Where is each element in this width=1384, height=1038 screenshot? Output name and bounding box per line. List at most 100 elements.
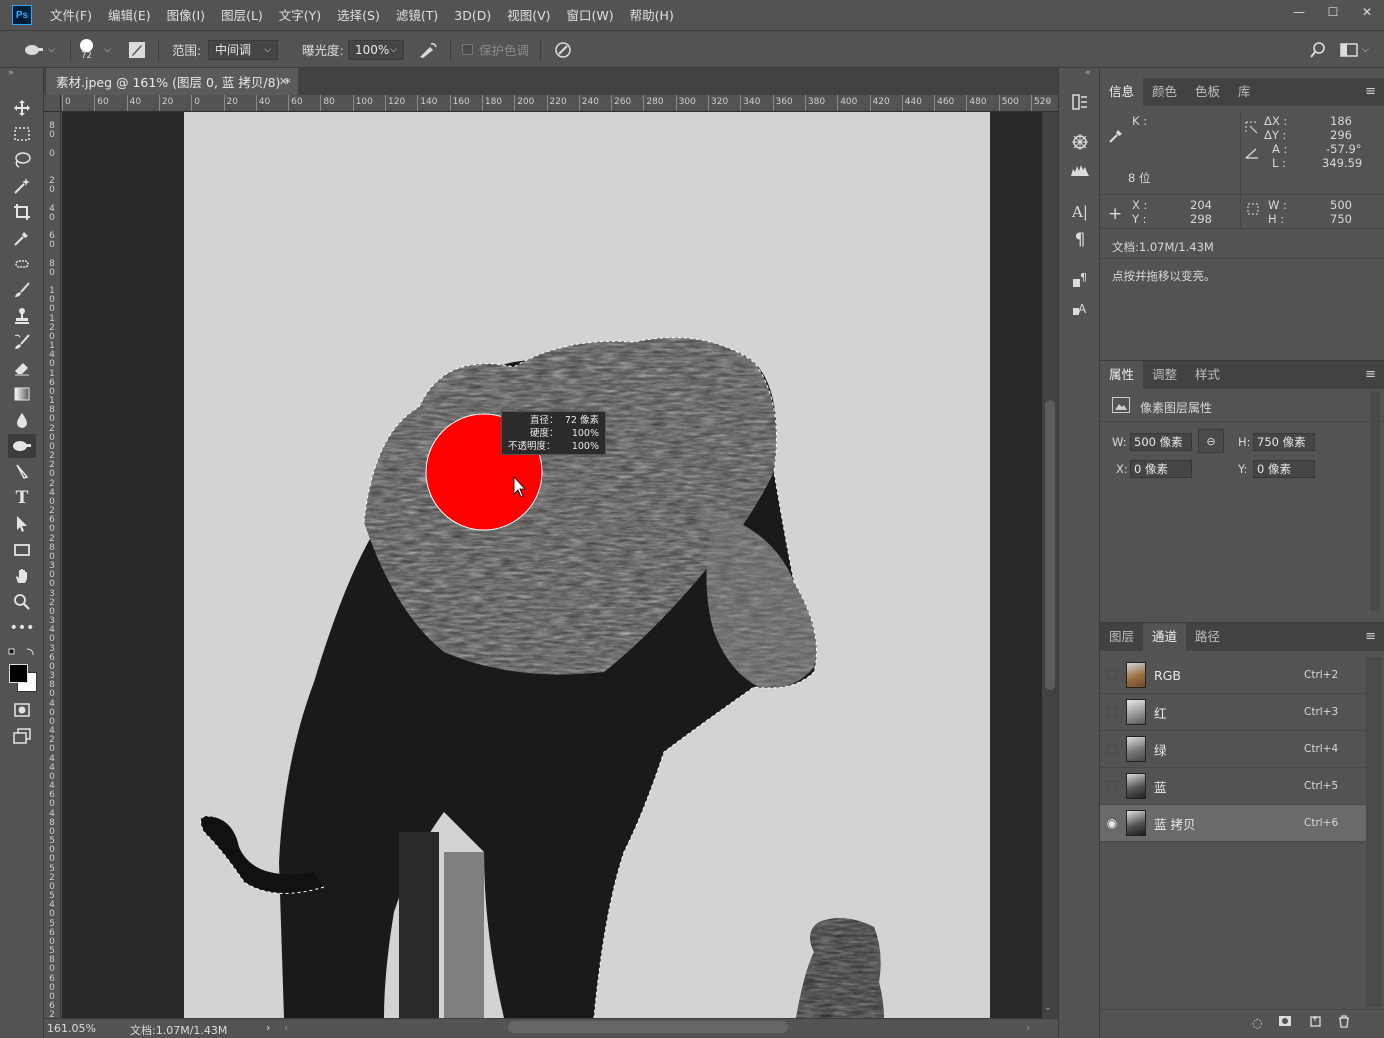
brush-picker[interactable]: 72 [80,31,93,68]
height-field[interactable]: 750 像素 [1253,433,1315,451]
scroll-up-icon[interactable]: ⌃ [1044,100,1052,110]
menu-filter[interactable]: 滤镜(T) [388,0,446,31]
properties-scrollbar[interactable] [1370,391,1380,611]
airbrush-toggle[interactable] [418,31,438,68]
chevron-down-icon[interactable]: ⌵ [104,31,111,68]
menu-select[interactable]: 选择(S) [329,0,388,31]
new-channel-button[interactable] [1310,1015,1322,1030]
tool-preset-picker[interactable]: ⌵ [24,31,55,68]
histogram-panel-button[interactable] [1067,158,1093,182]
document-image[interactable] [184,112,990,1018]
tab-color[interactable]: 颜色 [1143,78,1186,106]
channels-scrollbar[interactable] [1366,657,1382,1007]
close-window-button[interactable]: ✕ [1350,0,1384,24]
eraser-tool[interactable] [8,356,36,380]
lasso-tool[interactable] [8,148,36,172]
protect-tones-checkbox[interactable]: 保护色调 [462,31,529,68]
visibility-toggle[interactable] [1100,670,1124,680]
type-tool[interactable]: T [8,486,36,510]
panel-menu-icon[interactable]: ≡ [1365,367,1376,382]
visibility-toggle[interactable] [1100,781,1124,791]
paragraph-styles-button[interactable]: ¶ [1067,268,1093,292]
panel-menu-icon[interactable]: ≡ [1365,84,1376,99]
menu-view[interactable]: 视图(V) [499,0,558,31]
menu-image[interactable]: 图像(I) [159,0,213,31]
collapse-icon[interactable]: « [1085,68,1091,78]
menu-help[interactable]: 帮助(H) [622,0,682,31]
collapse-icon[interactable]: » [8,68,14,78]
ruler-origin[interactable] [44,95,61,112]
close-tab-icon[interactable]: ✕ [279,75,288,88]
history-brush-tool[interactable] [8,330,36,354]
paragraph-panel-button[interactable]: ¶ [1067,228,1093,252]
y-position-field[interactable]: 0 像素 [1253,460,1315,478]
channel-row-rgb[interactable]: RGB Ctrl+2 [1100,657,1366,694]
panel-menu-icon[interactable]: ≡ [1365,629,1376,644]
horizontal-ruler[interactable]: 0 60 40 20 0 20 40 60 80 100 120 140 160 180 200 220 240… [44,95,1058,112]
brush-settings-button[interactable] [128,31,146,68]
tab-layers[interactable]: 图层 [1100,623,1143,651]
blur-tool[interactable] [8,408,36,432]
tab-channels[interactable]: 通道 [1143,623,1187,651]
eye-icon[interactable]: ◉ [1100,816,1124,830]
more-tools-button[interactable]: ••• [8,616,36,640]
visibility-toggle[interactable] [1100,744,1124,754]
scroll-left-icon[interactable]: ‹ [284,1021,288,1034]
screen-mode-button[interactable] [8,724,36,748]
pressure-toggle[interactable] [554,31,572,68]
path-selection-tool[interactable] [8,512,36,536]
magic-wand-tool[interactable] [8,174,36,198]
exposure-input[interactable]: 100% ⌵ [348,31,404,68]
tab-styles[interactable]: 样式 [1186,361,1229,389]
load-selection-icon[interactable]: ◌ [1252,1016,1262,1030]
channel-row-blue-copy[interactable]: ◉ 蓝 拷贝 Ctrl+6 [1100,805,1366,842]
tab-properties[interactable]: 属性 [1100,361,1144,389]
pen-tool[interactable] [8,460,36,484]
maximize-button[interactable]: ☐ [1316,0,1350,24]
history-panel-button[interactable] [1067,90,1093,114]
eyedropper-tool[interactable] [8,226,36,250]
range-select[interactable]: 中间调 ⌵ [208,31,278,68]
scroll-right-icon[interactable]: › [1026,1021,1030,1034]
brush-tool[interactable] [8,278,36,302]
rectangle-tool[interactable] [8,538,36,562]
character-panel-button[interactable]: A| [1067,200,1093,224]
width-field[interactable]: 500 像素 [1130,433,1192,451]
character-styles-button[interactable]: A [1067,296,1093,320]
move-tool[interactable] [8,96,36,120]
document-tab[interactable]: 素材.jpeg @ 161% (图层 0, 蓝 拷贝/8) * ✕ [46,68,298,95]
healing-brush-tool[interactable] [8,252,36,276]
tab-info[interactable]: 信息 [1100,78,1144,106]
save-selection-button[interactable] [1278,1015,1292,1030]
zoom-level[interactable]: 161.05% [47,1022,96,1035]
delete-channel-button[interactable] [1338,1015,1350,1031]
clone-stamp-tool[interactable] [8,304,36,328]
channel-row-red[interactable]: 红 Ctrl+3 [1100,694,1366,731]
x-position-field[interactable]: 0 像素 [1130,460,1192,478]
tab-paths[interactable]: 路径 [1186,623,1229,651]
dodge-tool[interactable] [8,434,36,458]
search-button[interactable] [1310,31,1326,68]
quick-mask-button[interactable] [8,698,36,722]
crop-tool[interactable] [8,200,36,224]
navigator-panel-button[interactable] [1067,130,1093,154]
canvas-pasteboard[interactable] [62,112,1042,1018]
hand-tool[interactable] [8,564,36,588]
status-menu-arrow-icon[interactable]: › [266,1021,270,1034]
vertical-ruler[interactable]: 80 0 20 40 60 80 100 120 140 160 180 200 220 240 260 28… [44,112,61,1018]
scroll-down-icon[interactable]: ⌄ [1044,1003,1052,1013]
link-dimensions-button[interactable]: ⊖ [1198,429,1224,453]
zoom-tool[interactable] [8,590,36,614]
menu-window[interactable]: 窗口(W) [559,0,622,31]
channel-row-green[interactable]: 绿 Ctrl+4 [1100,731,1366,768]
foreground-color-swatch[interactable] [9,664,28,683]
menu-edit[interactable]: 编辑(E) [100,0,159,31]
minimize-button[interactable]: — [1282,0,1316,24]
swap-colors-button[interactable] [8,646,36,660]
horizontal-scroll-thumb[interactable] [508,1021,788,1033]
menu-3d[interactable]: 3D(D) [446,0,499,31]
gradient-tool[interactable] [8,382,36,406]
tab-swatches[interactable]: 色板 [1186,78,1229,106]
tab-libraries[interactable]: 库 [1229,78,1260,106]
menu-file[interactable]: 文件(F) [42,0,100,31]
